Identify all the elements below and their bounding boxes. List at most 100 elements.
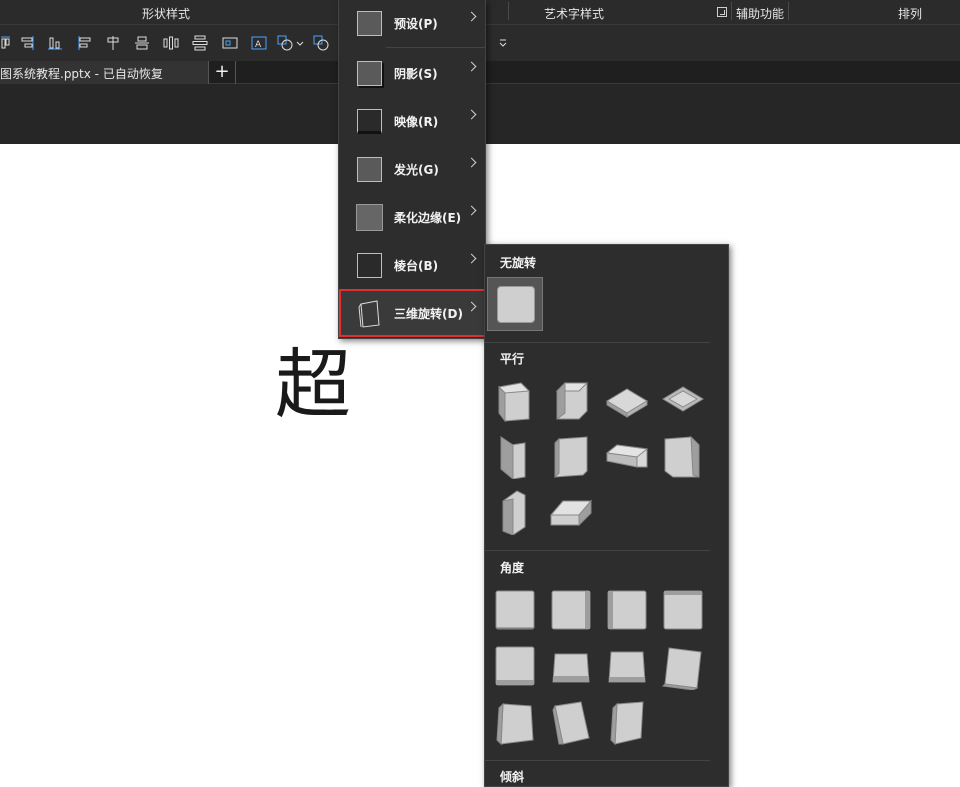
parallel-option[interactable]: [491, 431, 539, 479]
menu-item-glow[interactable]: 发光(G): [339, 146, 485, 190]
perspective-contrasting-left-icon: [496, 702, 534, 746]
isometric-bottom-1-icon: [502, 490, 526, 535]
menu-item-label: 发光(G): [394, 163, 439, 177]
parallel-option[interactable]: [659, 431, 707, 479]
section-divider: [485, 760, 710, 761]
menu-item-label: 映像(R): [394, 115, 439, 129]
distribute-horizontal-icon[interactable]: [162, 34, 180, 52]
perspective-left-icon: [551, 590, 591, 630]
parallel-option[interactable]: [547, 431, 595, 479]
perspective-heroic-right-icon: [610, 701, 644, 746]
align-bottom-icon[interactable]: [46, 34, 64, 52]
align-top-icon[interactable]: [0, 34, 18, 52]
isometric-off-axis-2-icon: [554, 436, 588, 479]
group-divider: [508, 2, 509, 20]
chevron-down-icon[interactable]: [295, 34, 305, 52]
distribute-vertical-icon[interactable]: [191, 34, 209, 52]
isometric-off-axis-4-icon: [664, 435, 700, 478]
text-box-icon[interactable]: A: [250, 34, 268, 52]
perspective-option[interactable]: [547, 586, 595, 634]
reflection-effect-icon: [357, 109, 382, 134]
perspective-option[interactable]: [547, 642, 595, 690]
flat-shape-icon: [497, 286, 535, 323]
arrange-group-label: 排列: [898, 7, 923, 21]
perspective-option[interactable]: [659, 642, 707, 690]
align-middle-icon[interactable]: [133, 34, 151, 52]
perspective-option[interactable]: [491, 642, 539, 690]
isometric-left-down-icon: [497, 382, 531, 423]
perspective-option[interactable]: [659, 586, 707, 634]
perspective-option[interactable]: [547, 698, 595, 746]
menu-item-bevel[interactable]: 棱台(B): [339, 242, 485, 286]
shape-fill-icon[interactable]: [276, 34, 294, 52]
soft-edges-effect-icon: [356, 204, 383, 231]
section-title-parallel: 平行: [500, 352, 525, 366]
svg-text:A: A: [255, 40, 262, 50]
perspective-heroic-left-icon: [552, 701, 590, 745]
perspective-relaxed-icon: [552, 653, 590, 683]
isometric-off-axis-3-icon: [605, 444, 649, 468]
section-title-no-rotation: 无旋转: [500, 256, 537, 270]
parallel-option[interactable]: [603, 375, 651, 423]
3d-rotation-gallery: 无旋转 平行 角度 倾斜: [484, 244, 729, 787]
menu-item-label: 阴影(S): [394, 67, 438, 81]
menu-item-reflection[interactable]: 映像(R): [339, 98, 485, 142]
align-left-icon[interactable]: [76, 34, 94, 52]
3d-rotation-effect-icon: [358, 300, 380, 328]
perspective-front-icon: [495, 590, 535, 630]
isometric-bottom-2-icon: [549, 499, 593, 527]
group-objects-icon[interactable]: [221, 34, 239, 52]
menu-item-soft-edges[interactable]: 柔化边缘(E): [339, 194, 485, 238]
dialog-launcher-icon[interactable]: [717, 7, 727, 17]
chevron-right-icon: [466, 157, 477, 168]
chevron-right-icon: [466, 301, 477, 312]
isometric-top-down-icon: [662, 386, 704, 412]
menu-item-label: 三维旋转(D): [394, 307, 463, 321]
perspective-right-icon: [607, 590, 647, 630]
slide-text[interactable]: 超: [275, 340, 351, 430]
parallel-option[interactable]: [491, 487, 539, 535]
menu-item-label: 柔化边缘(E): [394, 211, 462, 225]
perspective-option[interactable]: [603, 698, 651, 746]
isometric-off-axis-1-icon: [500, 435, 526, 479]
group-divider: [731, 2, 732, 20]
perspective-contrasting-right-icon: [661, 647, 702, 690]
perspective-option[interactable]: [491, 586, 539, 634]
menu-item-label: 棱台(B): [394, 259, 439, 273]
parallel-option[interactable]: [547, 487, 595, 535]
parallel-option[interactable]: [659, 375, 707, 423]
tab-divider: [235, 61, 236, 84]
section-title-angle: 角度: [500, 561, 525, 575]
perspective-above-relaxed-icon: [608, 651, 646, 683]
wordart-styles-group-label: 艺术字样式: [544, 7, 605, 21]
align-center-icon[interactable]: [104, 34, 122, 52]
menu-item-label: 预设(P): [394, 17, 438, 31]
document-tab[interactable]: 图系统教程.pptx - 已自动恢复: [0, 61, 208, 84]
perspective-option[interactable]: [603, 642, 651, 690]
glow-effect-icon: [357, 157, 382, 182]
parallel-option[interactable]: [603, 431, 651, 479]
parallel-option[interactable]: [547, 375, 595, 423]
accessibility-group-label: 辅助功能: [736, 7, 785, 21]
isometric-top-up-icon: [606, 388, 648, 418]
perspective-option[interactable]: [603, 586, 651, 634]
shadow-effect-icon: [357, 61, 382, 86]
perspective-above-icon: [495, 646, 535, 686]
menu-item-preset[interactable]: 预设(P): [339, 0, 485, 44]
no-rotation-option[interactable]: [487, 277, 543, 331]
align-right-icon[interactable]: [18, 34, 36, 52]
perspective-below-icon: [663, 590, 703, 630]
isometric-right-up-icon: [555, 381, 589, 420]
new-tab-button[interactable]: +: [210, 61, 234, 84]
chevron-right-icon: [466, 205, 477, 216]
parallel-option[interactable]: [491, 375, 539, 423]
menu-item-shadow[interactable]: 阴影(S): [339, 50, 485, 94]
menu-item-3d-rotation[interactable]: 三维旋转(D): [339, 290, 485, 334]
shape-styles-group-label: 形状样式: [142, 7, 191, 21]
group-divider: [788, 2, 789, 20]
shape-outline-icon[interactable]: [312, 34, 330, 52]
gallery-more-icon[interactable]: [498, 34, 508, 52]
perspective-option[interactable]: [491, 698, 539, 746]
section-title-oblique: 倾斜: [500, 770, 525, 784]
section-divider: [485, 550, 710, 551]
